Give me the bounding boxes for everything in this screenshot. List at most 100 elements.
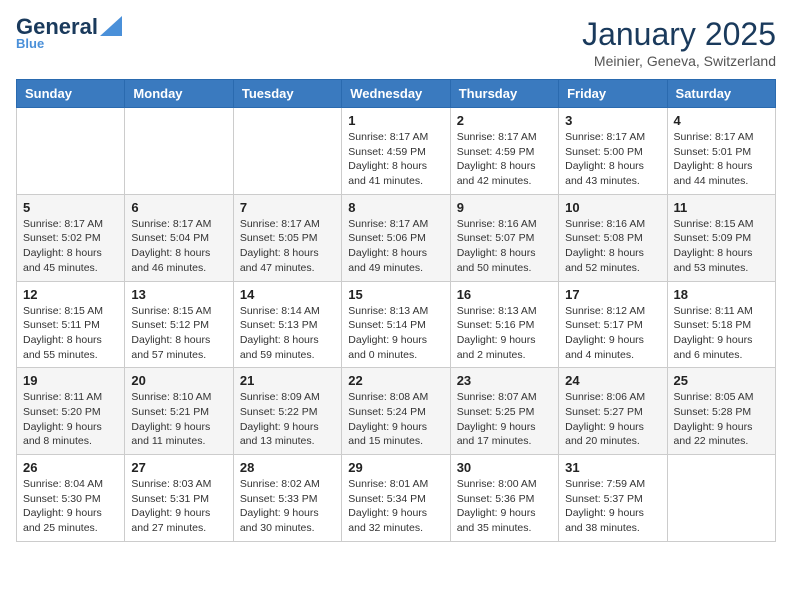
day-number: 20 <box>131 373 226 388</box>
day-info: Sunrise: 8:17 AMSunset: 5:02 PMDaylight:… <box>23 217 118 276</box>
day-number: 9 <box>457 200 552 215</box>
day-info: Sunrise: 8:17 AMSunset: 4:59 PMDaylight:… <box>348 130 443 189</box>
day-number: 25 <box>674 373 769 388</box>
day-info: Sunrise: 8:12 AMSunset: 5:17 PMDaylight:… <box>565 304 660 363</box>
day-info: Sunrise: 8:15 AMSunset: 5:12 PMDaylight:… <box>131 304 226 363</box>
day-info: Sunrise: 8:08 AMSunset: 5:24 PMDaylight:… <box>348 390 443 449</box>
calendar-cell: 1 Sunrise: 8:17 AMSunset: 4:59 PMDaylight… <box>342 108 450 195</box>
calendar-week-3: 12Sunrise: 8:15 AMSunset: 5:11 PMDayligh… <box>17 281 776 368</box>
day-number: 4 <box>674 113 769 128</box>
calendar-cell: 18Sunrise: 8:11 AMSunset: 5:18 PMDayligh… <box>667 281 775 368</box>
calendar-cell: 13 Sunrise: 8:15 AMSunset: 5:12 PMDayligh… <box>125 281 233 368</box>
col-wednesday: Wednesday <box>342 80 450 108</box>
col-monday: Monday <box>125 80 233 108</box>
day-info: Sunrise: 8:17 AMSunset: 5:06 PMDaylight:… <box>348 217 443 276</box>
day-number: 17 <box>565 287 660 302</box>
day-number: 23 <box>457 373 552 388</box>
calendar-cell: 6 Sunrise: 8:17 AMSunset: 5:04 PMDaylight… <box>125 194 233 281</box>
calendar-cell: 24Sunrise: 8:06 AMSunset: 5:27 PMDayligh… <box>559 368 667 455</box>
day-number: 5 <box>23 200 118 215</box>
calendar-cell: 27Sunrise: 8:03 AMSunset: 5:31 PMDayligh… <box>125 455 233 542</box>
day-info: Sunrise: 8:16 AMSunset: 5:07 PMDaylight:… <box>457 217 552 276</box>
day-number: 31 <box>565 460 660 475</box>
day-number: 7 <box>240 200 335 215</box>
col-friday: Friday <box>559 80 667 108</box>
logo-blue: Blue <box>16 36 44 51</box>
calendar-cell: 10Sunrise: 8:16 AMSunset: 5:08 PMDayligh… <box>559 194 667 281</box>
day-number: 27 <box>131 460 226 475</box>
day-info: Sunrise: 8:11 AMSunset: 5:20 PMDaylight:… <box>23 390 118 449</box>
calendar-cell: 21Sunrise: 8:09 AMSunset: 5:22 PMDayligh… <box>233 368 341 455</box>
day-number: 15 <box>348 287 443 302</box>
calendar-header-row: Sunday Monday Tuesday Wednesday Thursday… <box>17 80 776 108</box>
calendar-cell <box>17 108 125 195</box>
day-number: 22 <box>348 373 443 388</box>
day-number: 26 <box>23 460 118 475</box>
title-block: January 2025 Meinier, Geneva, Switzerlan… <box>582 16 776 69</box>
calendar-week-4: 19 Sunrise: 8:11 AMSunset: 5:20 PMDayligh… <box>17 368 776 455</box>
day-info: Sunrise: 8:17 AMSunset: 5:04 PMDaylight:… <box>131 217 226 276</box>
calendar-cell: 4 Sunrise: 8:17 AMSunset: 5:01 PMDaylight… <box>667 108 775 195</box>
calendar-cell: 20 Sunrise: 8:10 AMSunset: 5:21 PMDayligh… <box>125 368 233 455</box>
logo: General Blue <box>16 16 122 51</box>
col-tuesday: Tuesday <box>233 80 341 108</box>
day-info: Sunrise: 8:07 AMSunset: 5:25 PMDaylight:… <box>457 390 552 449</box>
calendar-cell: 23 Sunrise: 8:07 AMSunset: 5:25 PMDayligh… <box>450 368 558 455</box>
day-number: 8 <box>348 200 443 215</box>
day-info: Sunrise: 8:13 AMSunset: 5:14 PMDaylight:… <box>348 304 443 363</box>
day-info: Sunrise: 8:00 AMSunset: 5:36 PMDaylight:… <box>457 477 552 536</box>
day-info: Sunrise: 8:17 AMSunset: 5:00 PMDaylight:… <box>565 130 660 189</box>
calendar-cell: 22 Sunrise: 8:08 AMSunset: 5:24 PMDayligh… <box>342 368 450 455</box>
col-thursday: Thursday <box>450 80 558 108</box>
day-number: 14 <box>240 287 335 302</box>
day-number: 19 <box>23 373 118 388</box>
day-number: 13 <box>131 287 226 302</box>
calendar-cell: 30Sunrise: 8:00 AMSunset: 5:36 PMDayligh… <box>450 455 558 542</box>
calendar-cell: 29 Sunrise: 8:01 AMSunset: 5:34 PMDayligh… <box>342 455 450 542</box>
day-number: 16 <box>457 287 552 302</box>
day-number: 6 <box>131 200 226 215</box>
day-info: Sunrise: 8:17 AMSunset: 4:59 PMDaylight:… <box>457 130 552 189</box>
day-info: Sunrise: 8:10 AMSunset: 5:21 PMDaylight:… <box>131 390 226 449</box>
day-number: 10 <box>565 200 660 215</box>
day-info: Sunrise: 8:17 AMSunset: 5:05 PMDaylight:… <box>240 217 335 276</box>
calendar-cell: 26 Sunrise: 8:04 AMSunset: 5:30 PMDayligh… <box>17 455 125 542</box>
calendar-cell <box>233 108 341 195</box>
month-title: January 2025 <box>582 16 776 53</box>
calendar-cell: 11 Sunrise: 8:15 AMSunset: 5:09 PMDayligh… <box>667 194 775 281</box>
day-number: 3 <box>565 113 660 128</box>
calendar-cell: 14 Sunrise: 8:14 AMSunset: 5:13 PMDayligh… <box>233 281 341 368</box>
day-info: Sunrise: 8:13 AMSunset: 5:16 PMDaylight:… <box>457 304 552 363</box>
calendar-cell: 9 Sunrise: 8:16 AMSunset: 5:07 PMDaylight… <box>450 194 558 281</box>
day-info: Sunrise: 8:04 AMSunset: 5:30 PMDaylight:… <box>23 477 118 536</box>
day-info: Sunrise: 8:15 AMSunset: 5:11 PMDaylight:… <box>23 304 118 363</box>
calendar-cell: 15 Sunrise: 8:13 AMSunset: 5:14 PMDayligh… <box>342 281 450 368</box>
calendar-cell: 2Sunrise: 8:17 AMSunset: 4:59 PMDaylight… <box>450 108 558 195</box>
day-number: 24 <box>565 373 660 388</box>
day-info: Sunrise: 8:09 AMSunset: 5:22 PMDaylight:… <box>240 390 335 449</box>
calendar-cell: 28Sunrise: 8:02 AMSunset: 5:33 PMDayligh… <box>233 455 341 542</box>
day-info: Sunrise: 8:01 AMSunset: 5:34 PMDaylight:… <box>348 477 443 536</box>
day-info: Sunrise: 8:17 AMSunset: 5:01 PMDaylight:… <box>674 130 769 189</box>
calendar-cell: 7 Sunrise: 8:17 AMSunset: 5:05 PMDaylight… <box>233 194 341 281</box>
calendar-cell: 19 Sunrise: 8:11 AMSunset: 5:20 PMDayligh… <box>17 368 125 455</box>
day-number: 11 <box>674 200 769 215</box>
calendar-cell <box>125 108 233 195</box>
calendar-cell: 17 Sunrise: 8:12 AMSunset: 5:17 PMDayligh… <box>559 281 667 368</box>
location: Meinier, Geneva, Switzerland <box>582 53 776 69</box>
calendar-cell: 3 Sunrise: 8:17 AMSunset: 5:00 PMDaylight… <box>559 108 667 195</box>
calendar-week-2: 5 Sunrise: 8:17 AMSunset: 5:02 PMDaylight… <box>17 194 776 281</box>
day-info: Sunrise: 8:05 AMSunset: 5:28 PMDaylight:… <box>674 390 769 449</box>
calendar-week-5: 26 Sunrise: 8:04 AMSunset: 5:30 PMDayligh… <box>17 455 776 542</box>
day-number: 1 <box>348 113 443 128</box>
calendar-cell: 5 Sunrise: 8:17 AMSunset: 5:02 PMDaylight… <box>17 194 125 281</box>
day-number: 29 <box>348 460 443 475</box>
calendar-cell <box>667 455 775 542</box>
day-info: Sunrise: 8:11 AMSunset: 5:18 PMDaylight:… <box>674 304 769 363</box>
calendar-cell: 12Sunrise: 8:15 AMSunset: 5:11 PMDayligh… <box>17 281 125 368</box>
day-info: Sunrise: 8:15 AMSunset: 5:09 PMDaylight:… <box>674 217 769 276</box>
day-info: Sunrise: 8:14 AMSunset: 5:13 PMDaylight:… <box>240 304 335 363</box>
day-info: Sunrise: 7:59 AMSunset: 5:37 PMDaylight:… <box>565 477 660 536</box>
day-info: Sunrise: 8:02 AMSunset: 5:33 PMDaylight:… <box>240 477 335 536</box>
calendar-cell: 8 Sunrise: 8:17 AMSunset: 5:06 PMDaylight… <box>342 194 450 281</box>
